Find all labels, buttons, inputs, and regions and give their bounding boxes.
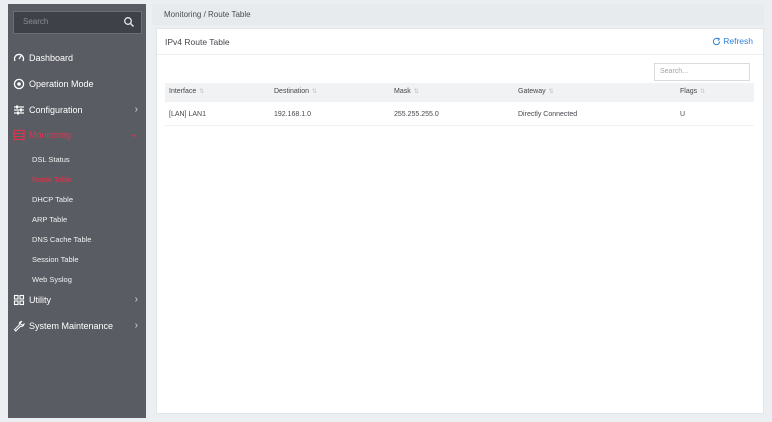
refresh-button[interactable]: Refresh: [712, 36, 753, 46]
table-search-input[interactable]: Search...: [654, 63, 750, 81]
column-header-label: Gateway: [518, 88, 546, 95]
sidebar-subitem-session-table[interactable]: Session Table: [32, 255, 79, 264]
column-header-flags[interactable]: Flags ⇅: [680, 88, 705, 95]
sidebar-item-label: System Maintenance: [29, 321, 114, 331]
column-header-gateway[interactable]: Gateway ⇅: [518, 88, 554, 95]
sidebar-item-operation-mode[interactable]: Operation Mode: [8, 74, 146, 94]
column-header-label: Mask: [394, 88, 411, 95]
refresh-icon: [713, 36, 721, 45]
refresh-label: Refresh: [723, 36, 753, 46]
panel-title: IPv4 Route Table: [165, 37, 230, 47]
column-header-destination[interactable]: Destination ⇅: [274, 88, 317, 95]
chevron-down-icon: ⌄: [129, 129, 138, 140]
sidebar-subitem-web-syslog[interactable]: Web Syslog: [32, 275, 72, 284]
table-header: Interface ⇅ Destination ⇅ Mask ⇅ Gateway ⇅ F…: [165, 83, 754, 102]
cell-gateway: Directly Connected: [518, 111, 578, 118]
monitoring-icon: [13, 129, 25, 141]
chevron-right-icon: ›: [134, 104, 138, 115]
wrench-icon: [13, 320, 25, 332]
operation-mode-icon: [13, 78, 25, 90]
sidebar: Search Dashboard Operation Mode Configur…: [8, 4, 146, 418]
breadcrumb: Monitoring / Route Table: [164, 10, 251, 19]
route-table-panel: IPv4 Route Table Refresh Search... Inter…: [156, 28, 764, 414]
sidebar-subitem-dns-cache-table[interactable]: DNS Cache Table: [32, 235, 91, 244]
breadcrumb-bar: Monitoring / Route Table: [152, 4, 764, 25]
sidebar-item-label: Configuration: [29, 105, 83, 115]
sort-icon: ⇅: [199, 89, 205, 95]
sidebar-subitem-dhcp-table[interactable]: DHCP Table: [32, 195, 73, 204]
chevron-right-icon: ›: [134, 294, 138, 305]
sidebar-item-system-maintenance[interactable]: System Maintenance ›: [8, 316, 146, 336]
dashboard-icon: [13, 53, 25, 62]
sort-icon: ⇅: [548, 89, 554, 95]
table-search-placeholder: Search...: [660, 68, 689, 75]
table-row: [LAN] LAN1 192.168.1.0 255.255.255.0 Dir…: [165, 104, 754, 126]
sidebar-subitem-dsl-status[interactable]: DSL Status: [32, 155, 70, 164]
cell-interface: [LAN] LAN1: [169, 111, 206, 118]
sidebar-search-input[interactable]: Search: [13, 11, 142, 34]
cell-flags: U: [680, 111, 686, 118]
column-header-label: Destination: [274, 88, 310, 95]
sidebar-item-dashboard[interactable]: Dashboard: [8, 48, 146, 68]
sidebar-item-label: Dashboard: [29, 53, 74, 63]
sidebar-item-label: Monitoring: [29, 130, 72, 140]
sidebar-item-label: Operation Mode: [29, 79, 94, 89]
sidebar-item-monitoring[interactable]: Monitoring ⌄: [8, 125, 146, 145]
sort-icon: ⇅: [413, 89, 419, 95]
sidebar-item-utility[interactable]: Utility ›: [8, 290, 146, 310]
column-header-interface[interactable]: Interface ⇅: [169, 88, 204, 95]
sidebar-item-configuration[interactable]: Configuration ›: [8, 100, 146, 120]
configuration-icon: [14, 105, 24, 115]
cell-mask: 255.255.255.0: [394, 111, 439, 118]
cell-destination: 192.168.1.0: [274, 111, 311, 118]
sort-icon: ⇅: [700, 89, 706, 95]
column-header-label: Interface: [169, 88, 197, 95]
sidebar-subitem-arp-table[interactable]: ARP Table: [32, 215, 67, 224]
sidebar-search-placeholder: Search: [23, 17, 49, 26]
sort-icon: ⇅: [312, 89, 318, 95]
search-icon[interactable]: [123, 16, 135, 28]
panel-header: IPv4 Route Table Refresh: [157, 29, 763, 55]
sidebar-subitem-route-table[interactable]: Route Table: [32, 175, 72, 184]
column-header-mask[interactable]: Mask ⇅: [394, 88, 419, 95]
chevron-right-icon: ›: [134, 320, 138, 331]
column-header-label: Flags: [680, 88, 698, 95]
utility-icon: [13, 294, 25, 306]
sidebar-item-label: Utility: [29, 295, 51, 305]
